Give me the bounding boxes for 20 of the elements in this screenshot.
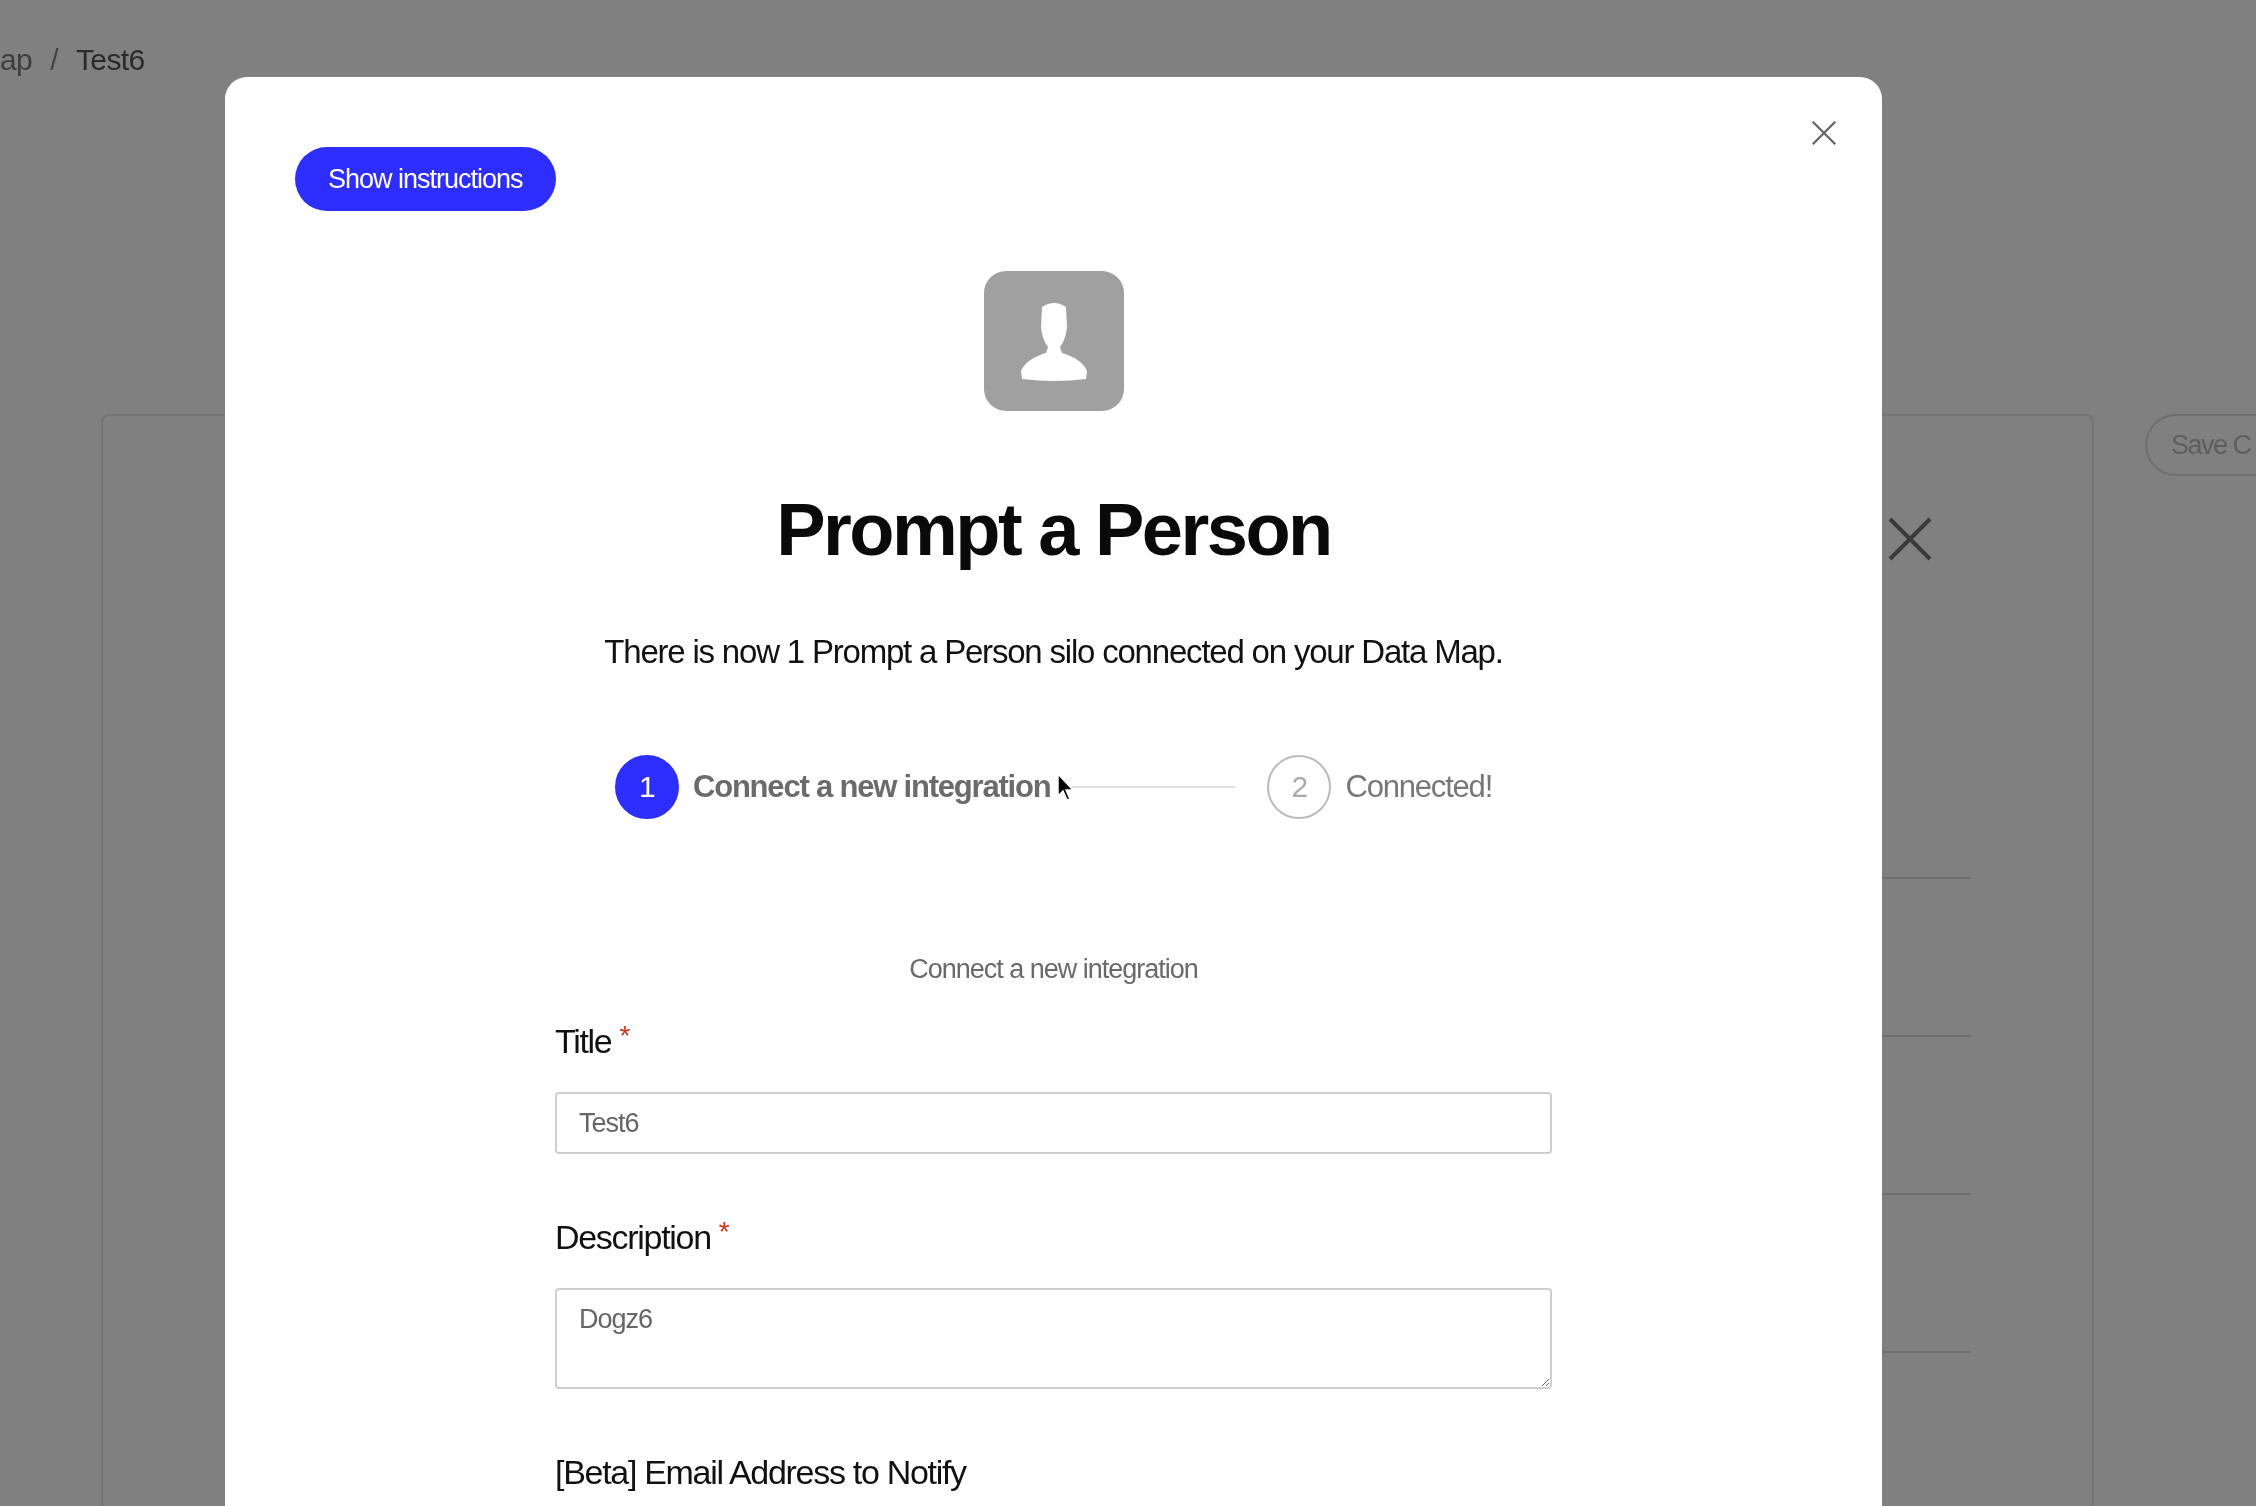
close-icon[interactable] [1811,120,1837,146]
dialog-subtitle: There is now 1 Prompt a Person silo connected on your Data Map. [604,632,1503,672]
field-label: Title [555,1021,612,1062]
person-icon [983,271,1124,411]
dialog-title: Prompt a Person [776,487,1331,573]
close-icon[interactable] [1887,516,1933,562]
required-mark: * [619,1021,630,1051]
step-label: Connected! [1345,769,1493,805]
show-instructions-button[interactable]: Show instructions [295,147,556,211]
step-number: 2 [1267,755,1332,819]
step-number: 1 [614,755,679,819]
step-label: Connect a new integration [692,769,1051,805]
title-input[interactable]: Test6 [555,1092,1552,1154]
required-mark: * [718,1217,730,1247]
description-textarea[interactable]: Dogz6 [555,1288,1552,1389]
field-label: Description [555,1217,711,1258]
section-heading: Connect a new integration [909,953,1198,986]
field-label: [Beta] Email Address to Notify [555,1452,966,1493]
breadcrumb-separator: / [50,43,58,77]
breadcrumb-item: Test6 [75,43,145,77]
